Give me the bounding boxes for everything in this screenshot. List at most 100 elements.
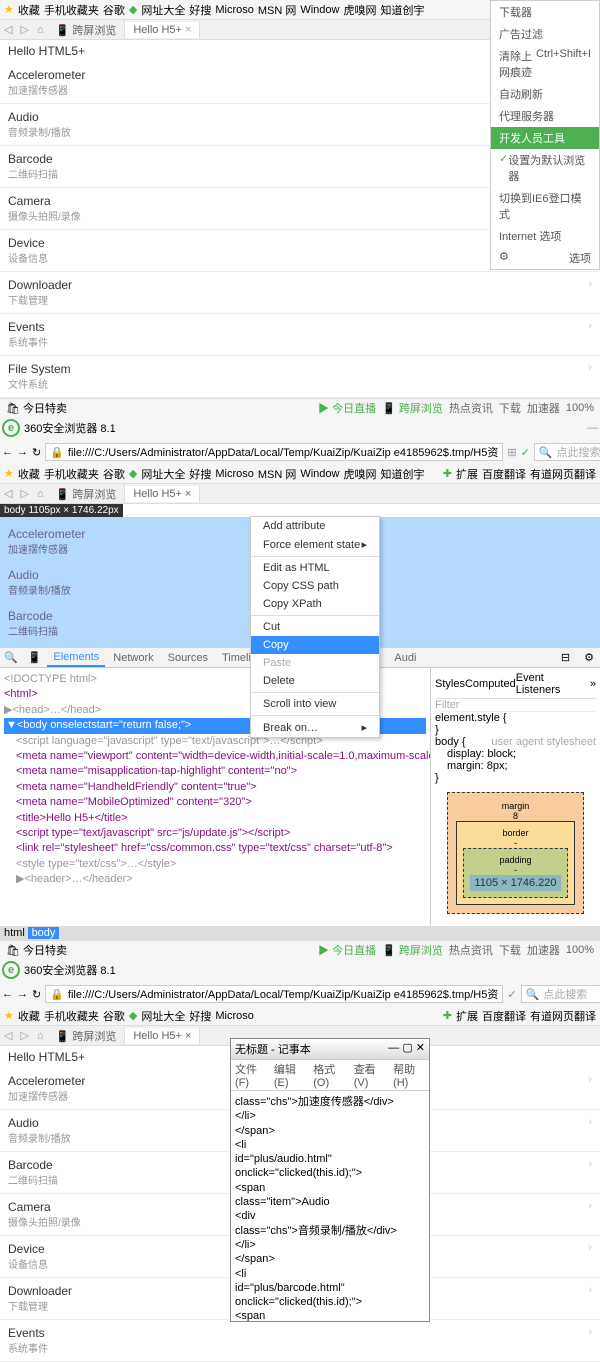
- fav-label[interactable]: 收藏: [18, 2, 40, 18]
- search-box[interactable]: 🔍 点此搜索: [534, 443, 600, 461]
- dd-adblock[interactable]: 广告过滤: [491, 23, 599, 45]
- min-icon[interactable]: —: [587, 422, 598, 434]
- cross-icon[interactable]: 📱 跨屏浏览: [382, 400, 443, 416]
- reload-btn[interactable]: ↻: [32, 446, 41, 459]
- tab-h5[interactable]: Hello H5+ ×: [125, 22, 200, 38]
- np-help[interactable]: 帮助(H): [393, 1061, 425, 1089]
- cm-break[interactable]: Break on…▸: [251, 718, 379, 737]
- np-view[interactable]: 查看(V): [354, 1061, 385, 1089]
- dd-ie6[interactable]: 切换到IE6登口模式: [491, 187, 599, 225]
- list-item[interactable]: Events系统事件›: [0, 314, 600, 356]
- tools-dropdown: 下载器 广告过滤 清除上网痕迹Ctrl+Shift+I 自动刷新 代理服务器 开…: [490, 0, 600, 270]
- url-bar[interactable]: 🔒 file:///C:/Users/Administrator/AppData…: [45, 443, 503, 461]
- bm-msn[interactable]: MSN 网: [258, 2, 297, 18]
- breadcrumb[interactable]: html body: [0, 926, 600, 940]
- filter-input[interactable]: Filter: [435, 699, 596, 712]
- notepad-window: 无标题 - 记事本 — ▢ ✕ 文件(F) 编辑(E) 格式(O) 查看(V) …: [230, 1038, 430, 1322]
- live-icon[interactable]: ▶ 今日直播: [318, 400, 376, 416]
- bm-sites[interactable]: 网址大全: [141, 2, 185, 18]
- box-model: margin8 border- padding- 1105 × 1746.220: [435, 784, 596, 922]
- zoom-level[interactable]: 100%: [566, 402, 594, 414]
- dt-elements[interactable]: Elements: [47, 649, 105, 667]
- browser-logo: e: [2, 419, 20, 437]
- dt-network[interactable]: Network: [107, 650, 159, 666]
- styles-tab[interactable]: Styles: [435, 678, 465, 690]
- url-text: file:///C:/Users/Administrator/AppData/L…: [68, 444, 498, 460]
- list-item[interactable]: Downloader下载管理›: [0, 272, 600, 314]
- dd-devtools[interactable]: 开发人员工具: [491, 127, 599, 149]
- tab-bar-2: ◁▷⌂ 📱 跨屏浏览 Hello H5+ ×: [0, 484, 600, 504]
- dd-options[interactable]: ⚙选项: [491, 247, 599, 269]
- baidu-translate[interactable]: 百度翻译: [482, 466, 526, 482]
- star-icon: ★: [4, 3, 14, 16]
- nav-bar: ← → ↻ 🔒 file:///C:/Users/Administrator/A…: [0, 440, 600, 464]
- back-btn[interactable]: ←: [2, 446, 13, 458]
- dd-inet[interactable]: Internet 选项: [491, 225, 599, 247]
- dd-download[interactable]: 下载器: [491, 1, 599, 23]
- np-file[interactable]: 文件(F): [235, 1061, 266, 1089]
- bm-window[interactable]: Window: [300, 4, 339, 16]
- inspect-icon[interactable]: 🔍: [0, 651, 22, 664]
- dt-audits[interactable]: Audi: [388, 650, 422, 666]
- tab-cross[interactable]: 📱 跨屏浏览: [48, 20, 126, 40]
- status-bar: 🛍 今日特卖 ▶ 今日直播 📱 跨屏浏览 热点资讯 下载 加速器 100%: [0, 398, 600, 416]
- notepad-content[interactable]: class="chs">加速度传感器</div></li></span><lii…: [231, 1091, 429, 1321]
- notepad-menubar: 文件(F) 编辑(E) 格式(O) 查看(V) 帮助(H): [231, 1060, 429, 1091]
- device-icon[interactable]: 📱: [24, 651, 46, 664]
- np-close[interactable]: ✕: [416, 1042, 425, 1054]
- cm-scroll[interactable]: Scroll into view: [251, 695, 379, 713]
- bm-zhidao[interactable]: 知道创宇: [380, 2, 424, 18]
- dd-clear[interactable]: 清除上网痕迹Ctrl+Shift+I: [491, 45, 599, 83]
- bm-ms[interactable]: Microso: [215, 4, 254, 16]
- cm-copy[interactable]: Copy: [251, 636, 379, 654]
- computed-tab[interactable]: Computed: [465, 678, 516, 690]
- fwd-btn[interactable]: →: [17, 446, 28, 458]
- shield-icon[interactable]: ✓: [521, 446, 530, 459]
- dt-sources[interactable]: Sources: [162, 650, 214, 666]
- context-menu: Add attribute Force element state▸ Edit …: [250, 516, 380, 738]
- cm-copy-xpath[interactable]: Copy XPath: [251, 595, 379, 613]
- accel[interactable]: 加速器: [527, 400, 560, 416]
- dt-settings-icon[interactable]: ⚙: [578, 651, 600, 664]
- dd-refresh[interactable]: 自动刷新: [491, 83, 599, 105]
- cm-edit-html[interactable]: Edit as HTML: [251, 559, 379, 577]
- site-icon: ◆: [129, 3, 137, 16]
- bm-google[interactable]: 谷歌: [103, 2, 125, 18]
- styles-panel: Styles Computed Event Listeners » Filter…: [430, 668, 600, 926]
- browser-title: 360安全浏览器 8.1: [24, 420, 116, 436]
- cm-copy-css[interactable]: Copy CSS path: [251, 577, 379, 595]
- fwd-icon[interactable]: ▷: [16, 23, 32, 36]
- flag-icon: 🔍: [539, 446, 553, 459]
- np-format[interactable]: 格式(O): [313, 1061, 345, 1089]
- cm-paste[interactable]: Paste: [251, 654, 379, 672]
- bm-haosou[interactable]: 好搜: [189, 2, 211, 18]
- cm-add-attr[interactable]: Add attribute: [251, 517, 379, 535]
- dt-drawer-icon[interactable]: ⊟: [555, 651, 576, 664]
- notepad-titlebar[interactable]: 无标题 - 记事本 — ▢ ✕: [231, 1039, 429, 1060]
- scan-icon[interactable]: ⊞: [507, 446, 516, 459]
- dl-mgr[interactable]: 下载: [499, 400, 521, 416]
- hot-news[interactable]: 热点资讯: [449, 400, 493, 416]
- cm-force-state[interactable]: Force element state▸: [251, 535, 379, 554]
- cm-delete[interactable]: Delete: [251, 672, 379, 690]
- bookmarks-bar-2: ★ 收藏 手机收藏夹 谷歌 ◆ 网址大全 好搜 Microso MSN 网 Wi…: [0, 464, 600, 484]
- cm-cut[interactable]: Cut: [251, 618, 379, 636]
- star-icon-2: ★: [4, 467, 14, 480]
- youdao-translate[interactable]: 有道网页翻译: [530, 466, 596, 482]
- back-icon[interactable]: ◁: [0, 23, 16, 36]
- np-min[interactable]: —: [388, 1042, 399, 1054]
- today-sale[interactable]: 🛍 今日特卖: [6, 400, 67, 416]
- list-item[interactable]: Events系统事件›: [0, 1320, 600, 1362]
- lock-icon: 🔒: [50, 446, 64, 459]
- bm-huxiu[interactable]: 虎嗅网: [343, 2, 376, 18]
- dd-proxy[interactable]: 代理服务器: [491, 105, 599, 127]
- home-icon[interactable]: ⌂: [33, 24, 48, 36]
- np-edit[interactable]: 编辑(E): [274, 1061, 305, 1089]
- bm-phone[interactable]: 手机收藏夹: [44, 2, 99, 18]
- listeners-tab[interactable]: Event Listeners: [516, 672, 590, 696]
- list-item[interactable]: File System文件系统›: [0, 356, 600, 398]
- dd-default[interactable]: ✓设置为默认浏览器: [491, 149, 599, 187]
- browser-chrome: e 360安全浏览器 8.1 —: [0, 416, 600, 440]
- np-max[interactable]: ▢: [402, 1042, 412, 1054]
- size-tooltip: body 1105px × 1746.22px: [0, 504, 123, 517]
